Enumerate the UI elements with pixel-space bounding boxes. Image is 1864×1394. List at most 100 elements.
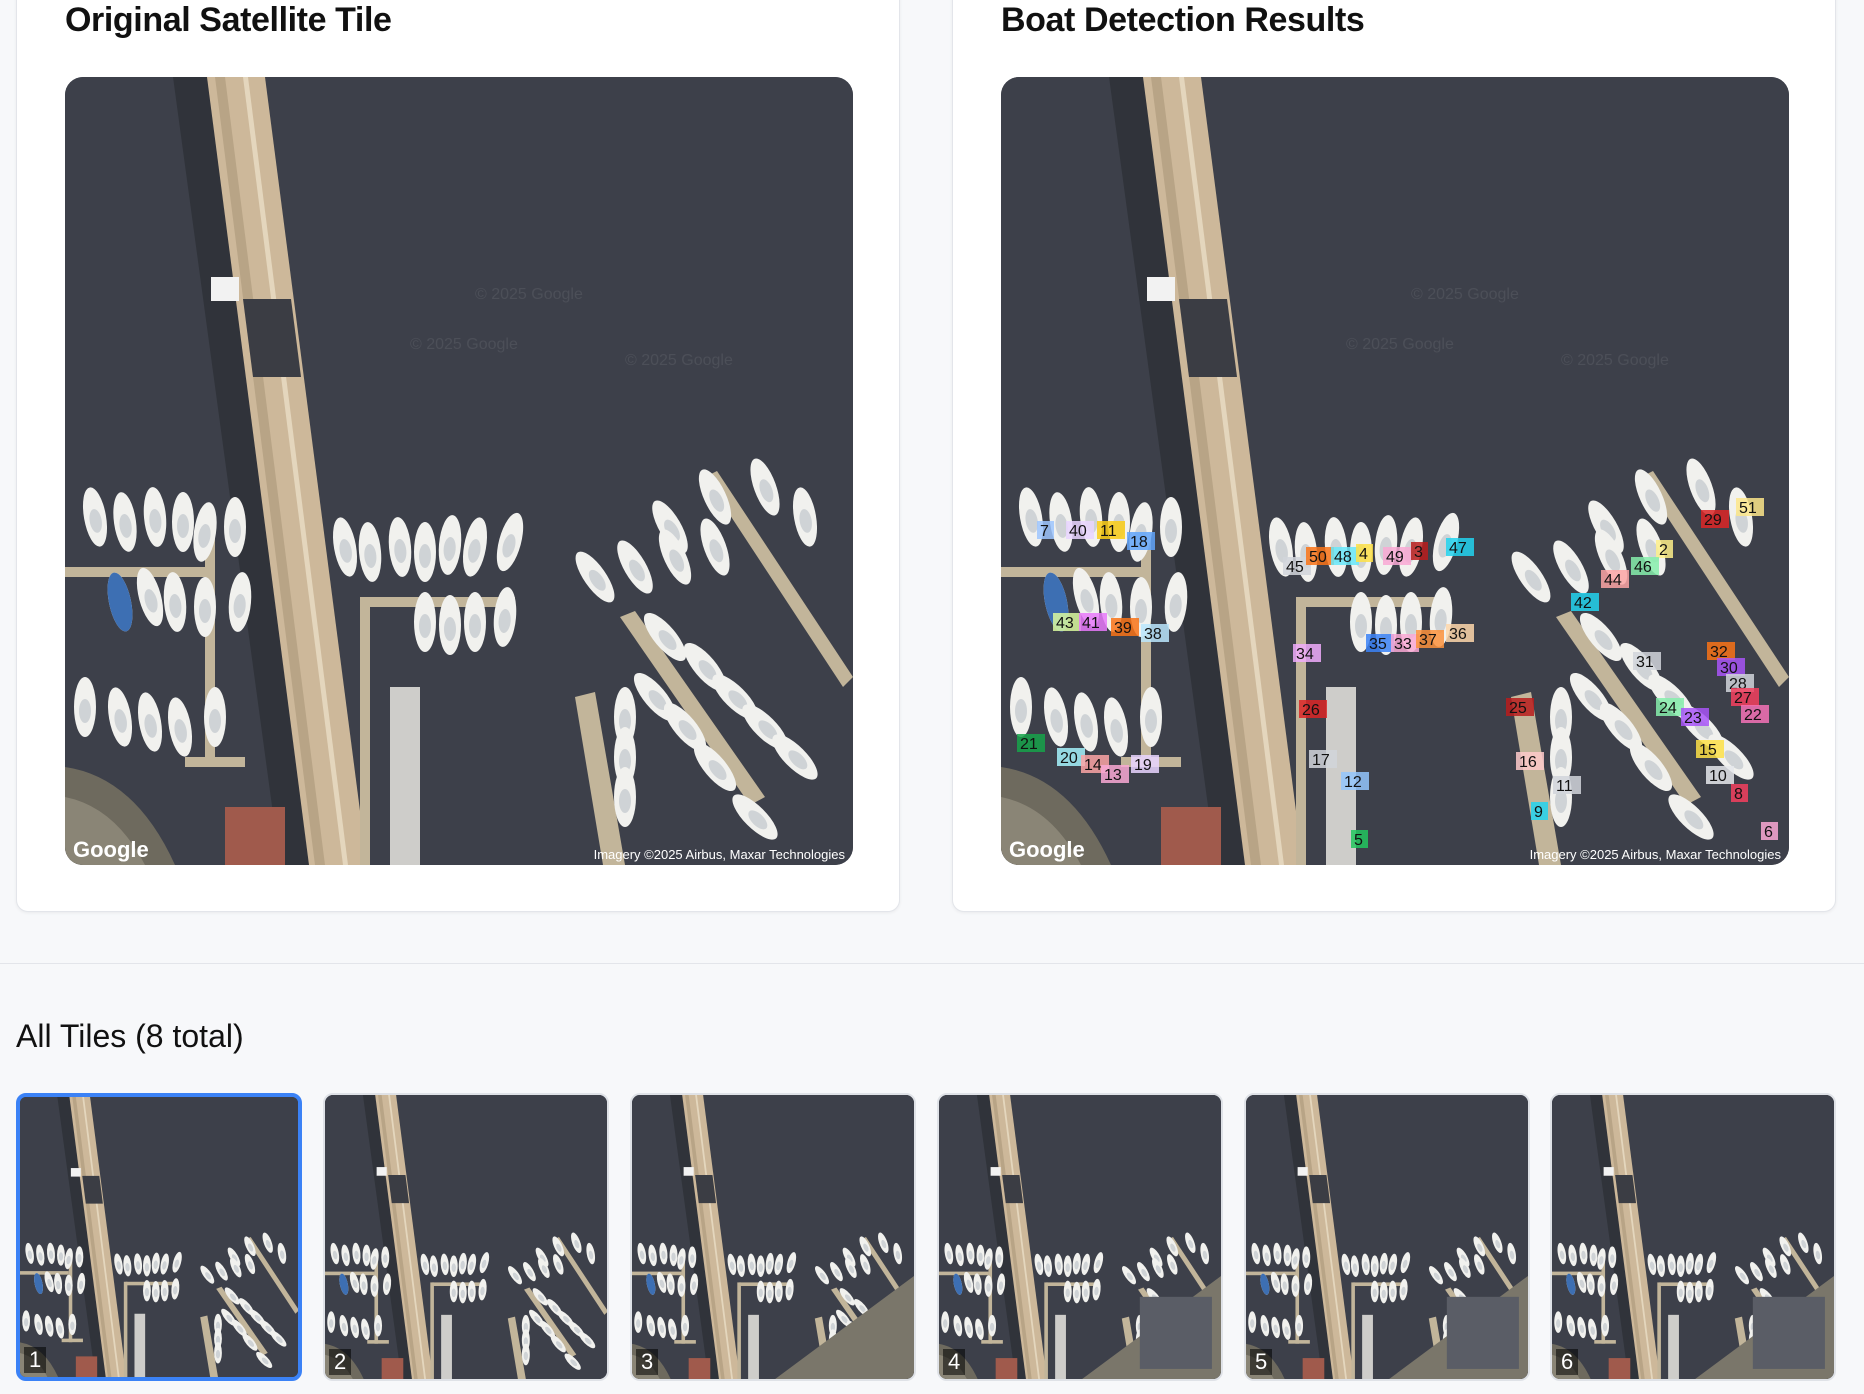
tile-thumbnail-5[interactable]: 5 [1244, 1093, 1530, 1381]
boat-detection-number: 14 [1084, 757, 1102, 774]
detection-results-card: Boat Detection Results © 2025 Google © 20… [952, 0, 1836, 912]
boat-detection-number: 36 [1449, 626, 1467, 643]
boat-detection-number: 12 [1344, 774, 1362, 791]
tile-thumbnail-number: 3 [636, 1349, 659, 1375]
boat-detection-label: 51 [1736, 498, 1764, 517]
boat-detection-number: 47 [1449, 540, 1467, 557]
boat-detection-label: 11 [1553, 776, 1581, 795]
tile-thumbnail-number: 2 [329, 1349, 352, 1375]
boat-detection-label: 3 [1411, 542, 1428, 561]
boat-detection-label: 34 [1293, 644, 1321, 663]
boat-detection-label: 46 [1631, 557, 1659, 576]
boat-detection-label: 40 [1066, 521, 1094, 540]
boat-detection-number: 33 [1394, 636, 1412, 653]
boat-detection-number: 39 [1114, 620, 1132, 637]
boat-detection-number: 45 [1286, 559, 1304, 576]
map-watermark-text: © 2025 Google [475, 286, 583, 303]
tile-thumbnail-number: 5 [1250, 1349, 1273, 1375]
boat-detection-number: 49 [1386, 549, 1404, 566]
boat-detection-number: 25 [1509, 700, 1527, 717]
tile-thumbnail-image [1552, 1095, 1834, 1379]
boat-detection-label: 29 [1701, 510, 1729, 529]
boat-detection-label: 47 [1446, 538, 1474, 557]
boat-detection-number: 17 [1312, 752, 1330, 769]
boat-detection-number: 11 [1100, 523, 1117, 540]
boat-detection-number: 8 [1734, 786, 1743, 803]
boat-detection-number: 51 [1739, 500, 1757, 517]
boat-detection-label: 48 [1331, 547, 1359, 566]
boat-detection-number: 6 [1764, 824, 1773, 841]
boat-detection-number: 7 [1040, 523, 1049, 540]
boat-detection-label: 8 [1731, 784, 1748, 803]
boat-detection-number: 18 [1130, 534, 1148, 551]
boat-detection-number: 41 [1082, 615, 1100, 632]
boat-detection-number: 29 [1704, 512, 1722, 529]
boat-detection-number: 31 [1636, 654, 1654, 671]
boat-detection-number: 21 [1020, 736, 1038, 753]
detection-results-image: © 2025 Google © 2025 Google © 2025 Google G… [1001, 77, 1789, 865]
tile-thumbnail-number: 6 [1556, 1349, 1579, 1375]
all-tiles-heading: All Tiles (8 total) [16, 1018, 244, 1054]
boat-detection-label: 44 [1601, 570, 1629, 589]
boat-detection-label: 15 [1696, 740, 1724, 759]
boat-detection-label: 4 [1356, 544, 1373, 563]
boat-detection-label: 50 [1306, 547, 1334, 566]
tile-thumbnail-number: 1 [24, 1347, 47, 1373]
boat-detection-number: 22 [1744, 707, 1762, 724]
boat-detection-label: 7 [1037, 521, 1054, 540]
map-watermark-text: © 2025 Google [1411, 286, 1519, 303]
boat-detection-number: 34 [1296, 646, 1314, 663]
map-watermark-text: © 2025 Google [625, 352, 733, 369]
boat-detection-label: 23 [1681, 708, 1709, 727]
boat-detection-label: 43 [1053, 613, 1081, 632]
boat-detection-number: 16 [1519, 754, 1537, 771]
boat-detection-label: 39 [1111, 618, 1139, 637]
section-divider [0, 963, 1864, 964]
boat-detection-label: 17 [1309, 750, 1337, 769]
boat-detection-label: 26 [1299, 700, 1327, 719]
boat-detection-label: 42 [1571, 593, 1599, 612]
boat-detection-number: 38 [1144, 626, 1162, 643]
boat-detection-number: 35 [1369, 636, 1387, 653]
tile-thumbnail-4[interactable]: 4 [937, 1093, 1223, 1381]
boat-detection-number: 27 [1734, 690, 1752, 707]
original-tile-title: Original Satellite Tile [65, 1, 392, 39]
boat-detection-number: 50 [1309, 549, 1327, 566]
tile-thumbnail-image [1246, 1095, 1528, 1379]
boat-detection-number: 40 [1069, 523, 1087, 540]
boat-detection-label: 11 [1097, 521, 1125, 540]
boat-detection-label: 49 [1383, 547, 1411, 566]
tile-thumbnail-1[interactable]: 1 [16, 1093, 302, 1381]
boat-detection-label: 24 [1656, 698, 1684, 717]
boat-detection-label: 6 [1761, 822, 1778, 841]
tile-thumbnail-6[interactable]: 6 [1550, 1093, 1836, 1381]
boat-detection-number: 24 [1659, 700, 1677, 717]
boat-detection-number: 44 [1604, 572, 1622, 589]
original-tile-card: Original Satellite Tile © 2025 Google © 2… [16, 0, 900, 912]
boat-detection-number: 48 [1334, 549, 1352, 566]
boat-detection-label: 25 [1506, 698, 1534, 717]
original-satellite-image: © 2025 Google © 2025 Google © 2025 Google G… [65, 77, 853, 865]
boat-detection-label: 5 [1351, 830, 1368, 849]
boat-detection-label: 2 [1656, 540, 1673, 559]
imagery-attribution: Imagery ©2025 Airbus, Maxar Technologies [1530, 847, 1782, 862]
boat-detection-label: 27 [1731, 688, 1759, 707]
boat-detection-number: 20 [1060, 750, 1078, 767]
boat-detection-label: 22 [1741, 705, 1769, 724]
boat-detection-label: 37 [1416, 630, 1444, 649]
boat-detection-number: 11 [1556, 778, 1573, 795]
tile-thumbnail-3[interactable]: 3 [630, 1093, 916, 1381]
boat-detection-number: 13 [1104, 767, 1122, 784]
boat-detection-label: 18 [1127, 532, 1155, 551]
google-logo: Google [73, 837, 149, 862]
boat-detection-number: 9 [1534, 804, 1543, 821]
tile-thumbnail-2[interactable]: 2 [323, 1093, 609, 1381]
map-watermark-text: © 2025 Google [1346, 336, 1454, 353]
tile-thumbnail-image [939, 1095, 1221, 1379]
boat-detection-number: 43 [1056, 615, 1074, 632]
boat-detection-number: 10 [1709, 768, 1727, 785]
boat-detection-number: 23 [1684, 710, 1702, 727]
boat-detection-number: 5 [1354, 832, 1363, 849]
boat-detection-label: 12 [1341, 772, 1369, 791]
map-watermark-text: © 2025 Google [1561, 352, 1669, 369]
